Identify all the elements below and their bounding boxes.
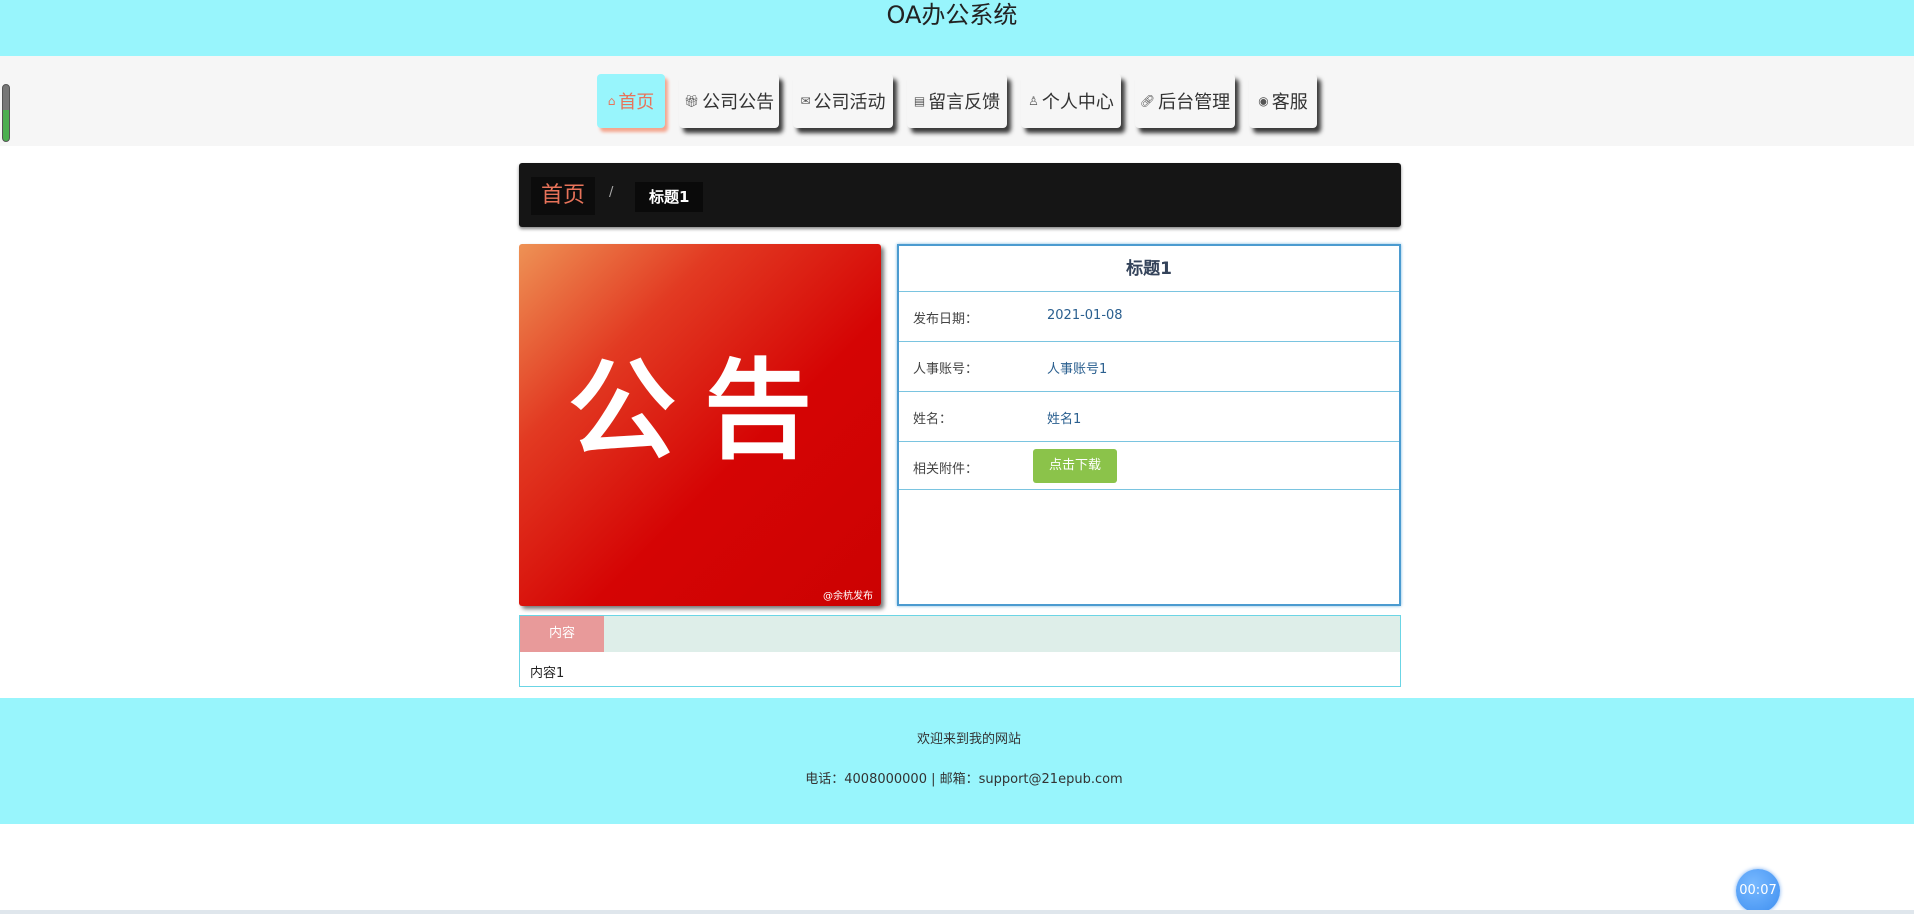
nav-item-feedback[interactable]: ▤ 留言反馈 — [907, 74, 1007, 128]
link-icon: 🔗︎ — [1139, 94, 1156, 108]
detail-label: 发布日期： — [913, 312, 979, 327]
footer: 欢迎来到我的网站 电话：4008000000 | 邮箱：support@21ep… — [0, 698, 1914, 824]
gift-icon: 🎁︎ — [683, 94, 700, 108]
detail-row-name: 姓名： 姓名1 — [899, 392, 1399, 442]
notice-poster-image: 公告 @余杭发布 — [519, 244, 881, 606]
nav-item-label: 个人中心 — [1041, 92, 1114, 113]
detail-row-date: 发布日期： 2021-01-08 — [899, 292, 1399, 342]
detail-value: 2021-01-08 — [1047, 308, 1123, 323]
mail-icon: ✉ — [800, 94, 811, 108]
detail-row-attachment: 相关附件： 点击下载 — [899, 442, 1399, 490]
nav-item-company-activity[interactable]: ✉ 公司活动 — [793, 74, 893, 128]
detail-label: 相关附件： — [913, 462, 979, 477]
poster-text: 公告 — [567, 349, 840, 474]
breadcrumb-separator: / — [609, 185, 614, 200]
footer-welcome: 欢迎来到我的网站 — [916, 732, 1021, 747]
content-panel: 内容 内容1 — [519, 615, 1401, 687]
tab-content[interactable]: 内容 — [520, 616, 604, 652]
home-icon: ⌂ — [607, 94, 616, 108]
detail-value: 人事账号1 — [1047, 362, 1108, 377]
nav-item-admin[interactable]: 🔗︎ 后台管理 — [1135, 74, 1235, 128]
calendar-icon: ▤ — [913, 94, 926, 108]
detail-title: 标题1 — [899, 246, 1399, 292]
nav-item-support[interactable]: ◉ 客服 — [1249, 74, 1317, 128]
bottom-divider — [0, 910, 1914, 914]
user-icon: ♙ — [1028, 94, 1039, 108]
poster-watermark: @余杭发布 — [823, 591, 873, 602]
content-text: 内容1 — [530, 666, 565, 681]
timer-badge[interactable]: 00:07 — [1736, 869, 1780, 913]
side-scrollbar[interactable] — [2, 84, 10, 142]
content-tab-bar — [520, 616, 1400, 652]
detail-value: 姓名1 — [1047, 412, 1082, 427]
detail-label: 人事账号： — [913, 362, 979, 377]
top-header: OA办公系统 — [0, 0, 1914, 56]
footer-contact: 电话：4008000000 | 邮箱：support@21epub.com — [805, 772, 1123, 787]
site-title: OA办公系统 — [886, 1, 1018, 29]
nav-item-home[interactable]: ⌂ 首页 — [597, 74, 665, 128]
download-button[interactable]: 点击下载 — [1033, 449, 1117, 483]
detail-row-account: 人事账号： 人事账号1 — [899, 342, 1399, 392]
nav-item-label: 公司活动 — [813, 92, 886, 113]
nav-item-label: 公司公告 — [702, 92, 775, 113]
breadcrumb-home-link[interactable]: 首页 — [531, 177, 596, 215]
breadcrumb-current: 标题1 — [635, 182, 704, 212]
main-nav: ⌂ 首页 🎁︎ 公司公告 ✉ 公司活动 ▤ 留言反馈 ♙ 个人中心 🔗︎ 后台管… — [597, 74, 1317, 128]
support-icon: ◉ — [1258, 94, 1269, 108]
nav-item-label: 客服 — [1271, 92, 1308, 113]
detail-panel: 标题1 发布日期： 2021-01-08 人事账号： 人事账号1 姓名： 姓名1… — [897, 244, 1401, 606]
nav-item-company-notice[interactable]: 🎁︎ 公司公告 — [679, 74, 779, 128]
nav-item-personal-center[interactable]: ♙ 个人中心 — [1021, 74, 1121, 128]
detail-label: 姓名： — [913, 412, 953, 427]
nav-item-label: 首页 — [618, 92, 655, 113]
nav-item-label: 留言反馈 — [928, 92, 1001, 113]
breadcrumb: 首页 / 标题1 — [519, 163, 1401, 227]
nav-item-label: 后台管理 — [1158, 92, 1231, 113]
